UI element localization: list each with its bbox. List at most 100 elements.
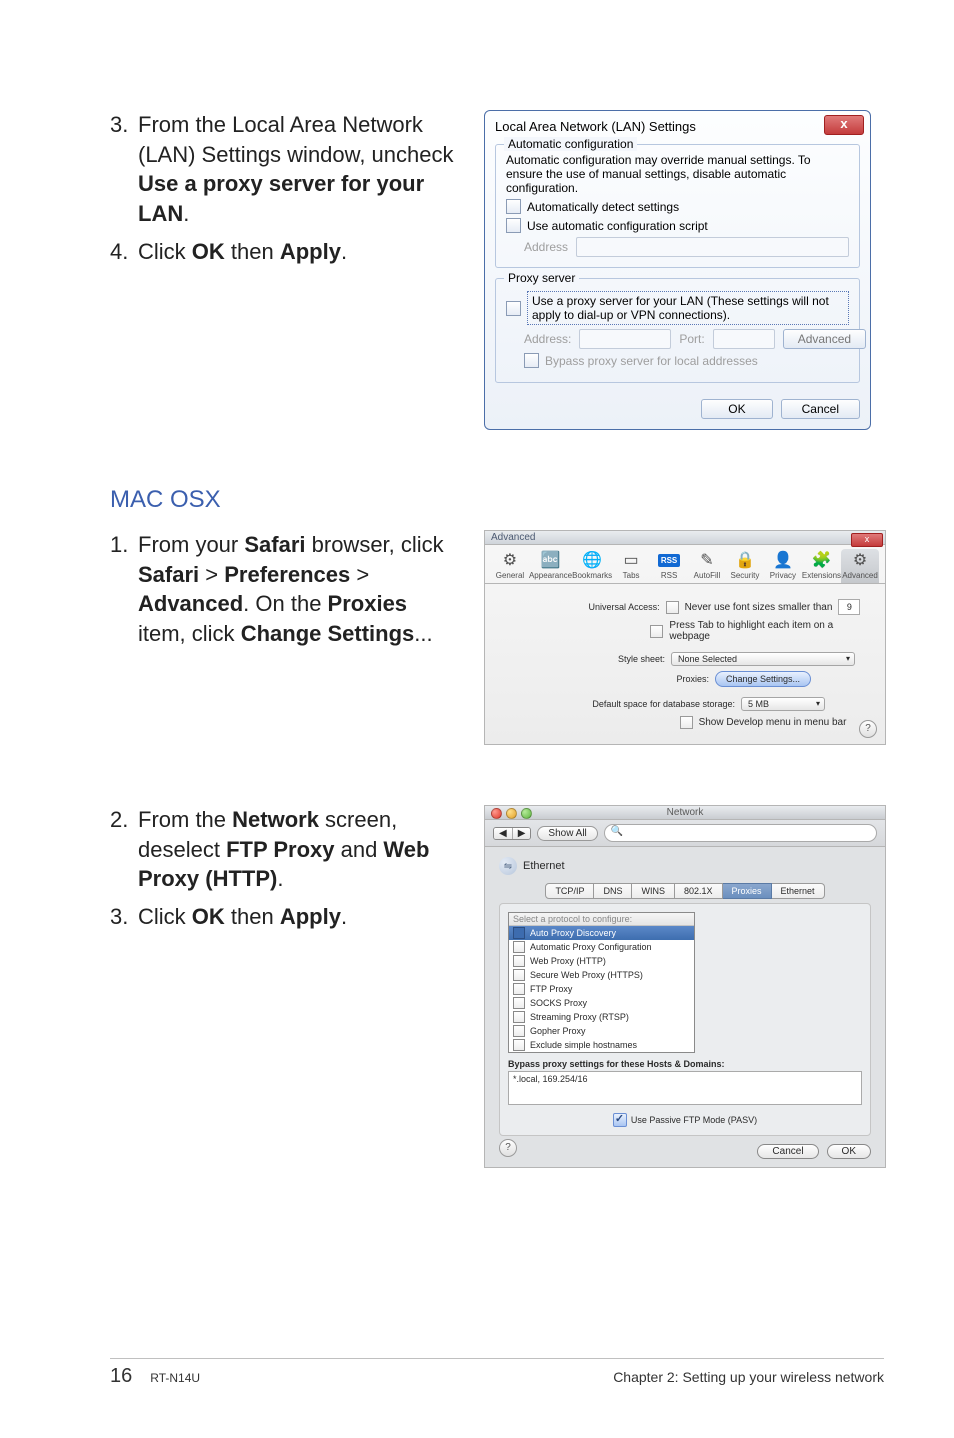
db-storage-label: Default space for database storage:	[545, 699, 735, 709]
help-icon[interactable]: ?	[499, 1139, 517, 1157]
protocol-header: Select a protocol to configure:	[509, 913, 694, 926]
proxy-address-input[interactable]	[579, 329, 671, 349]
protocol-checkbox[interactable]	[513, 955, 525, 967]
network-dialog: Network ◀▶ Show All ⇋ Ethernet TCP/IPDNS…	[484, 805, 886, 1168]
protocol-item[interactable]: Automatic Proxy Configuration	[509, 940, 694, 954]
protocol-checkbox[interactable]	[513, 1025, 525, 1037]
toolbar-tab-security[interactable]: 🔒Security	[726, 549, 764, 583]
bypass-checkbox[interactable]	[524, 353, 539, 368]
instruction-step: From the Network screen, deselect FTP Pr…	[110, 805, 460, 894]
chapter-title: Chapter 2: Setting up your wireless netw…	[613, 1369, 884, 1385]
auto-script-checkbox[interactable]	[506, 218, 521, 233]
model-name: RT-N14U	[150, 1371, 200, 1385]
address-input[interactable]	[576, 237, 849, 257]
proxies-label: Proxies:	[559, 674, 709, 684]
network-title: Network	[667, 807, 704, 818]
font-size-value[interactable]: 9	[838, 599, 860, 615]
exclude-checkbox[interactable]	[513, 1039, 525, 1051]
bookmarks-icon: 🌐	[580, 549, 604, 571]
address-label: Address	[524, 240, 568, 254]
universal-access-label: Universal Access:	[510, 602, 660, 612]
develop-menu-checkbox[interactable]	[680, 716, 693, 729]
cancel-button[interactable]: Cancel	[781, 399, 860, 419]
exclude-label: Exclude simple hostnames	[530, 1040, 637, 1050]
protocol-item[interactable]: Web Proxy (HTTP)	[509, 954, 694, 968]
appearance-icon: 🔤	[539, 549, 563, 571]
protocol-detail-pane	[705, 912, 862, 1053]
toolbar-tab-bookmarks[interactable]: 🌐Bookmarks	[572, 549, 612, 583]
passive-ftp-checkbox[interactable]	[613, 1113, 627, 1127]
toolbar-tab-rss[interactable]: RSSRSS	[650, 549, 688, 583]
style-sheet-label: Style sheet:	[515, 654, 665, 664]
net-tab-dns[interactable]: DNS	[594, 883, 632, 899]
page-footer: 16 RT-N14U Chapter 2: Setting up your wi…	[110, 1358, 884, 1388]
proxy-address-label: Address:	[524, 332, 571, 346]
auto-detect-checkbox[interactable]	[506, 199, 521, 214]
use-proxy-label: Use a proxy server for your LAN (These s…	[527, 291, 849, 325]
protocol-item[interactable]: Gopher Proxy	[509, 1024, 694, 1038]
general-icon: ⚙	[498, 549, 522, 571]
net-tab-8021x[interactable]: 802.1X	[675, 883, 723, 899]
toolbar-tab-general[interactable]: ⚙General	[491, 549, 529, 583]
proxy-port-label: Port:	[679, 332, 704, 346]
section-lan: From the Local Area Network (LAN) Settin…	[110, 110, 884, 430]
protocol-item[interactable]: FTP Proxy	[509, 982, 694, 996]
toolbar-tab-tabs[interactable]: ▭Tabs	[612, 549, 650, 583]
auto-script-label: Use automatic configuration script	[527, 219, 708, 233]
toolbar-tab-advanced[interactable]: ⚙Advanced	[841, 549, 879, 583]
protocol-item[interactable]: Secure Web Proxy (HTTPS)	[509, 968, 694, 982]
style-sheet-select[interactable]: None Selected	[671, 652, 855, 666]
net-tab-wins[interactable]: WINS	[632, 883, 675, 899]
protocol-item[interactable]: SOCKS Proxy	[509, 996, 694, 1010]
help-icon[interactable]: ?	[859, 720, 877, 738]
protocol-checkbox[interactable]	[513, 927, 525, 939]
proxy-port-input[interactable]	[713, 329, 775, 349]
advanced-button[interactable]: Advanced	[783, 329, 866, 349]
ok-button[interactable]: OK	[827, 1144, 871, 1159]
net-tab-proxies[interactable]: Proxies	[723, 883, 772, 899]
proxy-legend: Proxy server	[504, 271, 579, 285]
passive-ftp-label: Use Passive FTP Mode (PASV)	[631, 1115, 757, 1125]
cancel-button[interactable]: Cancel	[757, 1144, 818, 1159]
show-all-button[interactable]: Show All	[537, 826, 597, 841]
dialog-title: Local Area Network (LAN) Settings	[495, 119, 696, 134]
tabs-icon: ▭	[619, 549, 643, 571]
protocol-checkbox[interactable]	[513, 983, 525, 995]
protocol-checkbox[interactable]	[513, 941, 525, 953]
protocol-list: Select a protocol to configure: Auto Pro…	[508, 912, 695, 1053]
toolbar-tab-appearance[interactable]: 🔤Appearance	[529, 549, 572, 583]
press-tab-checkbox[interactable]	[650, 625, 663, 638]
auto-config-legend: Automatic configuration	[504, 137, 637, 151]
toolbar-tab-privacy[interactable]: 👤Privacy	[764, 549, 802, 583]
font-size-text: Never use font sizes smaller than	[685, 602, 833, 613]
net-tab-ethernet[interactable]: Ethernet	[772, 883, 825, 899]
mac-osx-heading: MAC OSX	[110, 486, 884, 514]
safari-advanced-dialog: Advanced x ⚙General🔤Appearance🌐Bookmarks…	[484, 530, 886, 745]
ok-button[interactable]: OK	[701, 399, 772, 419]
protocol-checkbox[interactable]	[513, 997, 525, 1009]
protocol-checkbox[interactable]	[513, 969, 525, 981]
instruction-step: From your Safari browser, click Safari >…	[110, 530, 460, 649]
extensions-icon: 🧩	[809, 549, 833, 571]
protocol-item[interactable]: Auto Proxy Discovery	[509, 926, 694, 940]
protocol-item[interactable]: Streaming Proxy (RTSP)	[509, 1010, 694, 1024]
search-input[interactable]	[604, 824, 877, 842]
security-icon: 🔒	[733, 549, 757, 571]
close-icon[interactable]: x	[851, 533, 883, 547]
protocol-checkbox[interactable]	[513, 1011, 525, 1023]
autofill-icon: ✎	[695, 549, 719, 571]
font-size-checkbox[interactable]	[666, 601, 679, 614]
change-settings-button[interactable]: Change Settings...	[715, 671, 811, 687]
toolbar-tab-extensions[interactable]: 🧩Extensions	[802, 549, 841, 583]
nav-buttons[interactable]: ◀▶	[493, 827, 531, 840]
use-proxy-checkbox[interactable]	[506, 301, 521, 316]
safari-title: Advanced	[491, 532, 535, 543]
bypass-hosts-input[interactable]: *.local, 169.254/16	[508, 1071, 862, 1105]
ethernet-label: Ethernet	[523, 860, 565, 872]
db-storage-select[interactable]: 5 MB	[741, 697, 825, 711]
close-icon[interactable]: x	[824, 115, 864, 135]
net-tab-tcpip[interactable]: TCP/IP	[545, 883, 594, 899]
toolbar-tab-autofill[interactable]: ✎AutoFill	[688, 549, 726, 583]
rss-icon: RSS	[657, 549, 681, 571]
window-controls[interactable]	[491, 808, 532, 819]
